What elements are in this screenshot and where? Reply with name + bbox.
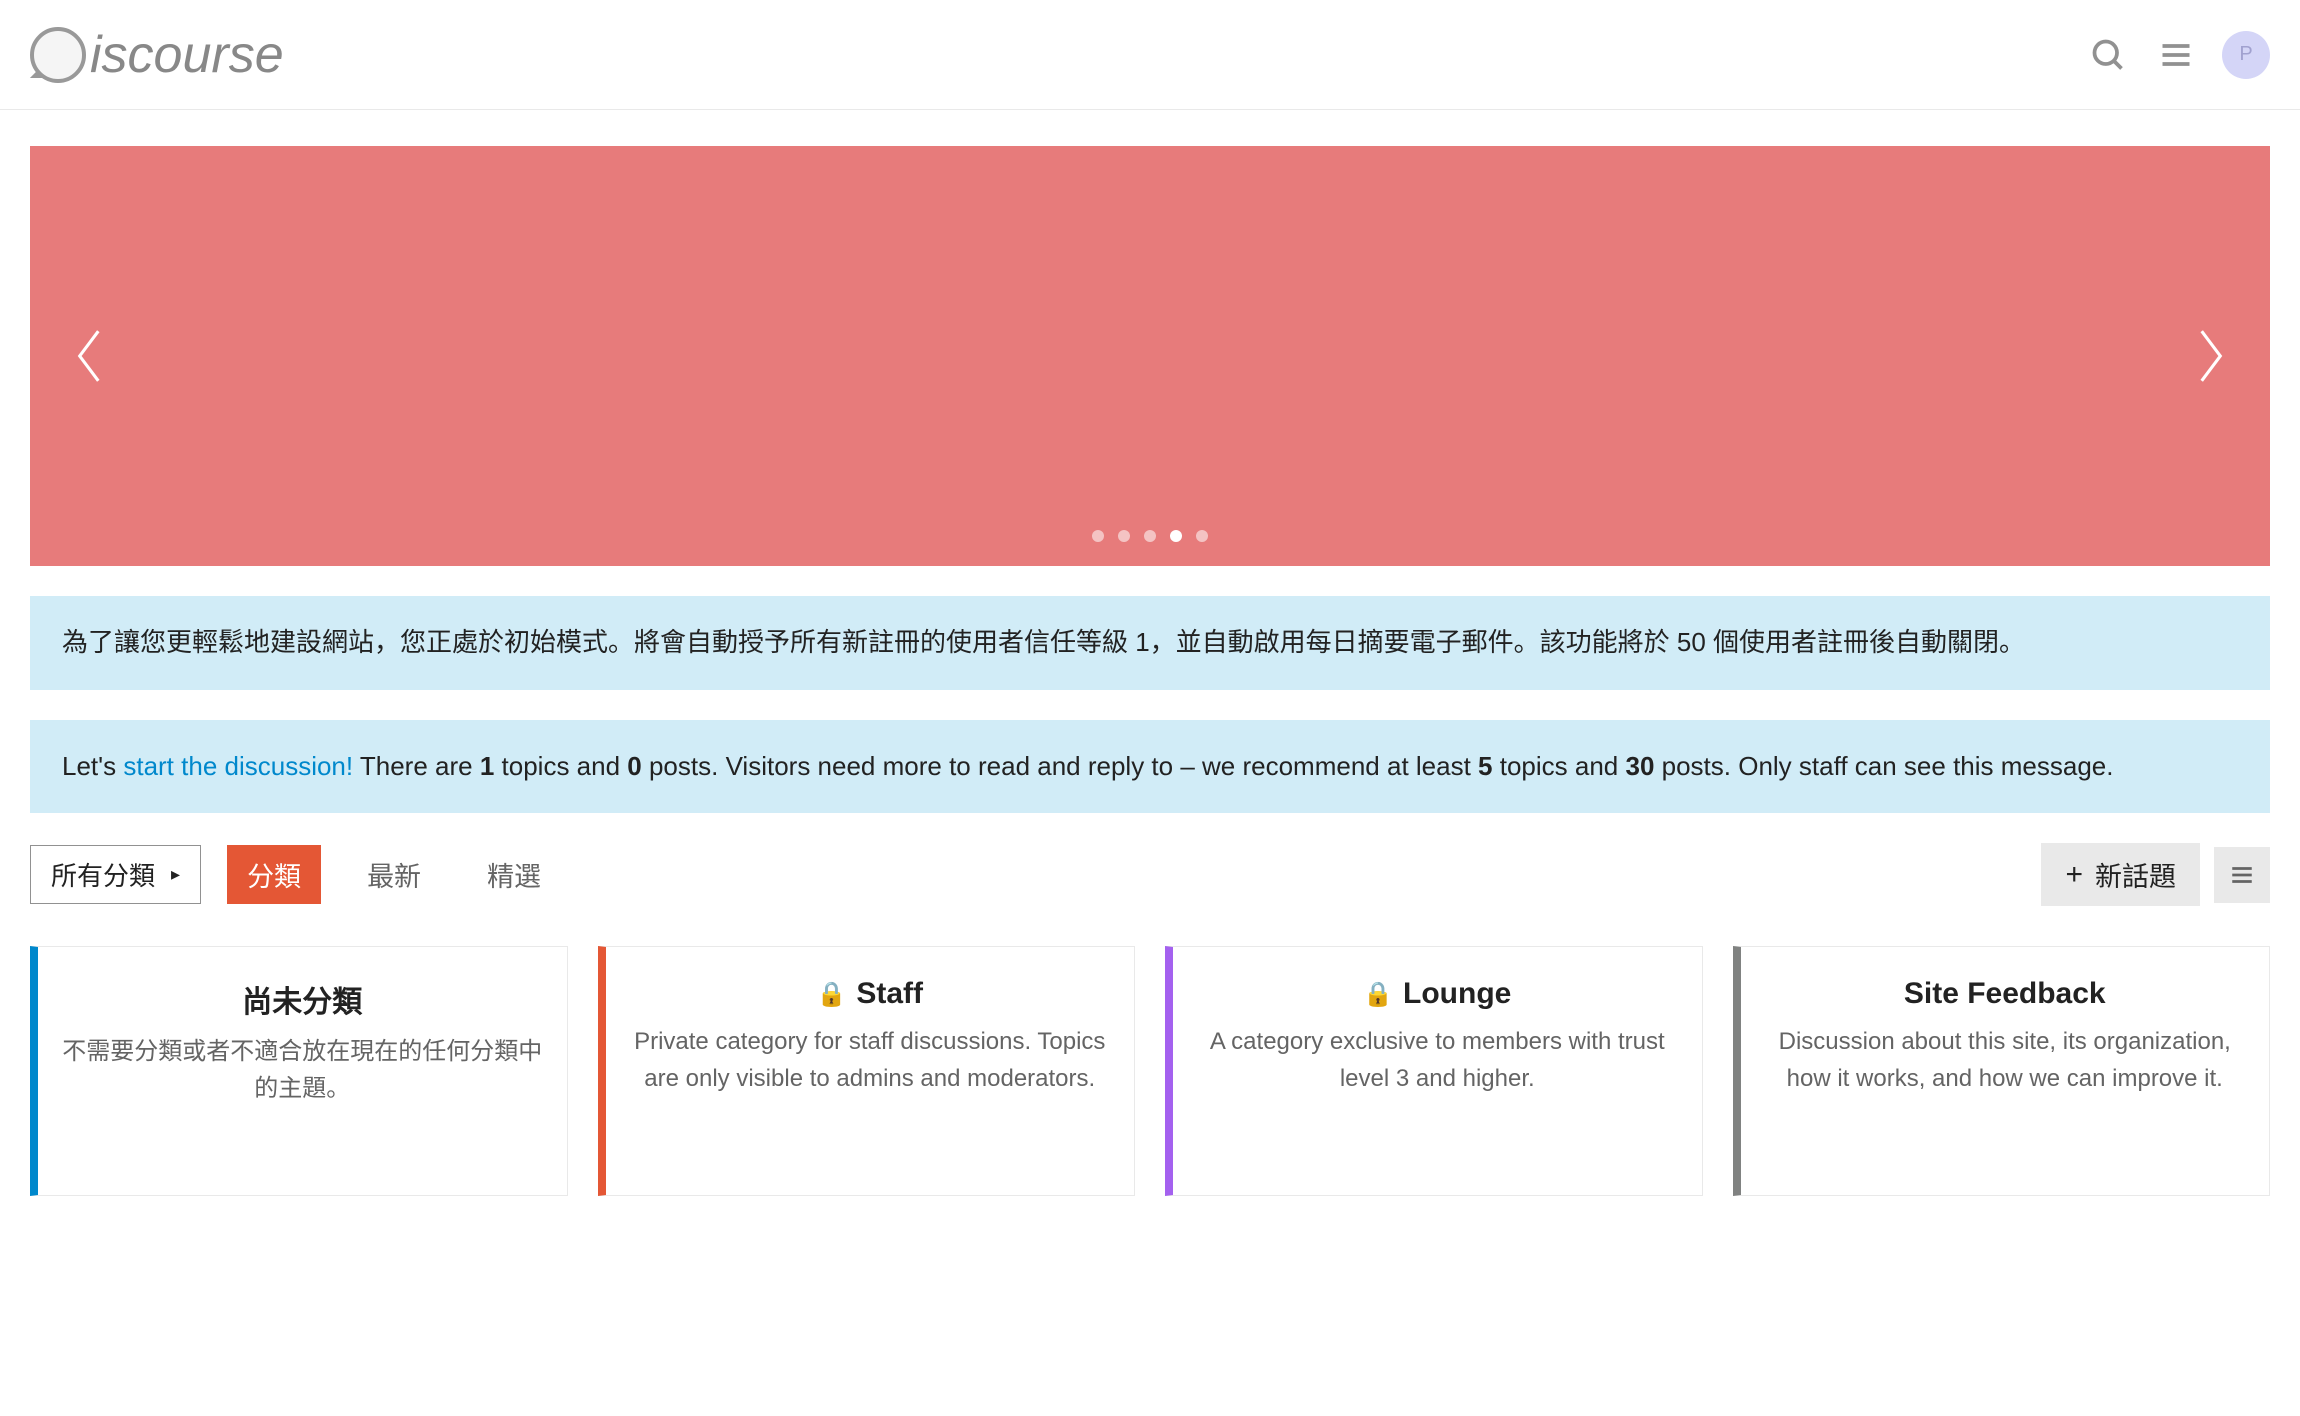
category-title: Site Feedback (1904, 977, 2106, 1011)
start-discussion-link[interactable]: start the discussion! (123, 751, 353, 781)
notice-text: posts. Visitors need more to read and re… (642, 751, 1478, 781)
discourse-bubble-icon (30, 27, 86, 83)
avatar-letter: P (2239, 43, 2252, 66)
category-title-text: Lounge (1403, 977, 1511, 1011)
rec-topics: 5 (1478, 751, 1492, 781)
posts-count: 0 (627, 751, 641, 781)
chevron-right-icon: ▸ (171, 864, 180, 885)
rec-posts: 30 (1625, 751, 1654, 781)
main-container: 為了讓您更輕鬆地建設網站，您正處於初始模式。將會自動授予所有新註冊的使用者信任等… (0, 110, 2300, 1196)
carousel-next-button[interactable] (2180, 313, 2242, 399)
plus-icon: + (2065, 858, 2083, 892)
carousel-dots (1092, 530, 1208, 542)
category-title: 🔒 Staff (816, 977, 923, 1011)
start-discussion-notice: Let's start the discussion! There are 1 … (30, 720, 2270, 814)
tab-categories[interactable]: 分類 (227, 845, 321, 904)
category-title: 🔒 Lounge (1363, 977, 1511, 1011)
notice-text: topics and (494, 751, 627, 781)
bootstrap-mode-notice: 為了讓您更輕鬆地建設網站，您正處於初始模式。將會自動授予所有新註冊的使用者信任等… (30, 596, 2270, 690)
bootstrap-notice-text: 為了讓您更輕鬆地建設網站，您正處於初始模式。將會自動授予所有新註冊的使用者信任等… (62, 627, 2025, 657)
tab-featured[interactable]: 精選 (467, 845, 561, 904)
carousel-dot[interactable] (1092, 530, 1104, 542)
navigation-row: 所有分類 ▸ 分類 最新 精選 + 新話題 (30, 843, 2270, 906)
hamburger-menu-button[interactable] (2154, 33, 2198, 77)
chevron-left-icon (70, 325, 108, 387)
lock-icon: 🔒 (1363, 980, 1393, 1009)
notice-text: Let's (62, 751, 123, 781)
carousel-dot[interactable] (1144, 530, 1156, 542)
lock-icon: 🔒 (816, 980, 846, 1009)
topic-options-button[interactable] (2214, 847, 2270, 903)
new-topic-label: 新話題 (2095, 855, 2176, 894)
category-title-text: Site Feedback (1904, 977, 2106, 1011)
chevron-right-icon (2192, 325, 2230, 387)
user-avatar[interactable]: P (2222, 31, 2270, 79)
header: iscourse P (0, 0, 2300, 110)
header-actions: P (2086, 31, 2270, 79)
category-description: Discussion about this site, its organiza… (1765, 1023, 2246, 1097)
category-description: A category exclusive to members with tru… (1197, 1023, 1678, 1097)
category-card[interactable]: 🔒 Lounge A category exclusive to members w… (1165, 946, 1703, 1196)
search-button[interactable] (2086, 33, 2130, 77)
category-description: Private category for staff discussions. … (630, 1023, 1111, 1097)
notice-text: posts. Only staff can see this message. (1654, 751, 2113, 781)
category-dropdown[interactable]: 所有分類 ▸ (30, 845, 201, 904)
topics-count: 1 (480, 751, 494, 781)
carousel-dot[interactable] (1170, 530, 1182, 542)
category-title: 尚未分類 (242, 977, 362, 1021)
category-card[interactable]: 🔒 Staff Private category for staff discuss… (598, 946, 1136, 1196)
notice-text: There are (353, 751, 480, 781)
carousel-banner (30, 146, 2270, 566)
new-topic-button[interactable]: + 新話題 (2041, 843, 2200, 906)
carousel-dot[interactable] (1118, 530, 1130, 542)
logo-text: iscourse (90, 25, 284, 85)
tab-latest[interactable]: 最新 (347, 845, 441, 904)
carousel-dot[interactable] (1196, 530, 1208, 542)
category-title-text: 尚未分類 (242, 977, 362, 1021)
notice-text: topics and (1493, 751, 1626, 781)
nav-left: 所有分類 ▸ 分類 最新 精選 (30, 845, 561, 904)
hamburger-icon (2229, 862, 2255, 888)
category-card[interactable]: 尚未分類不需要分類或者不適合放在現在的任何分類中的主題。 (30, 946, 568, 1196)
category-card[interactable]: Site Feedback Discussion about this site,… (1733, 946, 2271, 1196)
category-dropdown-label: 所有分類 (51, 856, 155, 893)
carousel-prev-button[interactable] (58, 313, 120, 399)
categories-grid: 尚未分類不需要分類或者不適合放在現在的任何分類中的主題。 🔒 Staff Privat… (30, 946, 2270, 1196)
site-logo[interactable]: iscourse (30, 25, 284, 85)
search-icon (2090, 37, 2126, 73)
category-title-text: Staff (856, 977, 923, 1011)
hamburger-icon (2158, 37, 2194, 73)
nav-right: + 新話題 (2041, 843, 2270, 906)
category-description: 不需要分類或者不適合放在現在的任何分類中的主題。 (62, 1033, 543, 1107)
